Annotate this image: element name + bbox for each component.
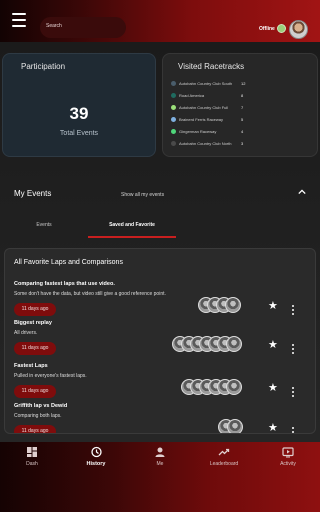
legend-swatch	[171, 140, 176, 146]
bottom-navigation: Dash History Me Leaderboard Activity	[0, 442, 320, 512]
trending-icon	[218, 448, 230, 456]
nav-item-dash[interactable]: Dash	[0, 446, 64, 467]
participation-card: Participation 39 Total Events	[2, 53, 156, 157]
nav-label: Leaderboard	[209, 461, 239, 467]
total-events-label: Total Events	[59, 130, 99, 137]
legend-swatch	[171, 80, 176, 86]
nav-item-history[interactable]: History	[64, 446, 128, 467]
racetrack-name: Autobahn Country Club South	[179, 80, 233, 86]
favorite-star-icon[interactable]: ★	[268, 383, 278, 394]
chevron-up-icon[interactable]	[298, 188, 306, 196]
active-tab-indicator	[88, 236, 176, 238]
racetrack-name: Gingerman Raceway	[179, 128, 217, 134]
legend-swatch	[171, 116, 176, 122]
favorite-item-description: Some don't have the data, but video stil…	[14, 291, 166, 297]
more-vert-icon[interactable]	[292, 387, 295, 397]
favorite-item-age-badge: 11 days ago	[14, 303, 56, 316]
racetrack-name: Brainerd Ferris Raceway	[179, 116, 224, 122]
driver-avatar	[226, 379, 242, 395]
nav-item-me[interactable]: Me	[128, 446, 192, 467]
dashboard-icon	[27, 447, 37, 457]
legend-swatch	[171, 128, 176, 134]
search-input[interactable]: Search	[40, 17, 126, 38]
activity-icon	[282, 447, 294, 458]
user-avatar[interactable]	[289, 20, 308, 39]
favorite-item-age-badge: 11 days ago	[14, 342, 56, 355]
legend-swatch	[171, 104, 176, 110]
nav-label: History	[86, 461, 106, 467]
favorite-star-icon[interactable]: ★	[268, 301, 278, 312]
favorite-item-age-badge: 11 days ago	[14, 385, 56, 398]
favorites-card: All Favorite Laps and Comparisons Compar…	[4, 248, 316, 434]
driver-avatar	[226, 336, 242, 352]
racetrack-name: Road America	[179, 92, 205, 98]
more-vert-icon[interactable]	[292, 344, 295, 354]
racetrack-legend-item[interactable]: Autobahn Country Club South 12	[171, 79, 245, 87]
racetrack-count: 5	[241, 116, 244, 122]
nav-item-activity[interactable]: Activity	[256, 446, 320, 467]
menu-icon[interactable]	[12, 13, 26, 27]
more-vert-icon[interactable]	[292, 427, 295, 433]
search-placeholder: Search	[46, 23, 62, 29]
person-icon	[155, 447, 165, 457]
legend-swatch	[171, 92, 176, 98]
favorite-star-icon[interactable]: ★	[268, 340, 278, 351]
my-events-tabs: Events Saved and Favorite	[2, 214, 318, 240]
nav-label: Me	[156, 461, 164, 467]
nav-label: Dash	[26, 461, 38, 467]
favorite-item[interactable]: Biggest replay All drivers. 11 days ago …	[5, 320, 315, 366]
status-indicator-icon	[277, 24, 286, 33]
tab-events[interactable]: Events	[12, 222, 76, 228]
racetrack-count: 12	[241, 80, 246, 86]
favorite-item-title: Griffith lap vs Dewid	[14, 403, 68, 409]
favorite-item-description: Comparing both laps.	[14, 413, 62, 419]
favorite-item-age-badge: 11 days ago	[14, 425, 56, 433]
top-app-bar: Search Offline	[0, 0, 320, 42]
racetrack-legend-item[interactable]: Autobahn Country Club North 3	[171, 139, 243, 147]
racetrack-count: 4	[241, 128, 244, 134]
nav-item-leaderboard[interactable]: Leaderboard	[192, 446, 256, 467]
favorite-item-description: Pulled in everyone's fastest laps.	[14, 373, 87, 379]
favorites-title: All Favorite Laps and Comparisons	[14, 259, 123, 266]
racetrack-count: 8	[241, 92, 244, 98]
favorite-item-description: All drivers.	[14, 330, 38, 336]
racetrack-count: 7	[241, 104, 244, 110]
driver-avatar	[225, 297, 241, 313]
favorite-item-title: Fastest Laps	[14, 363, 48, 369]
history-icon	[91, 446, 102, 458]
show-all-events-link[interactable]: Show all my events	[121, 192, 164, 198]
favorite-item-title: Comparing fastest laps that use video.	[14, 281, 115, 287]
tab-saved-and-favorite[interactable]: Saved and Favorite	[88, 222, 176, 228]
nav-label: Activity	[280, 461, 296, 467]
participation-title: Participation	[21, 62, 66, 71]
visited-racetracks-title: Visited Racetracks	[178, 62, 245, 71]
total-events-count: 39	[69, 104, 89, 123]
more-vert-icon[interactable]	[292, 305, 295, 315]
my-events-title: My Events	[14, 189, 52, 198]
racetrack-legend-item[interactable]: Gingerman Raceway 4	[171, 127, 243, 135]
favorite-star-icon[interactable]: ★	[268, 423, 278, 434]
racetrack-legend-item[interactable]: Autobahn Country Club Full 7	[171, 103, 243, 111]
my-events-header: My Events Show all my events	[2, 177, 318, 207]
connection-status-label: Offline	[259, 26, 275, 32]
racetrack-name: Autobahn Country Club Full	[179, 104, 229, 110]
racetrack-count: 3	[241, 140, 244, 146]
racetrack-legend-item[interactable]: Brainerd Ferris Raceway 5	[171, 115, 243, 123]
driver-avatar	[227, 419, 243, 433]
favorite-item-title: Biggest replay	[14, 320, 52, 326]
favorite-item[interactable]: Griffith lap vs Dewid Comparing both lap…	[5, 403, 315, 434]
racetrack-legend-item[interactable]: Road America 8	[171, 91, 243, 99]
visited-racetracks-card: Visited Racetracks Autobahn Country Club…	[162, 53, 318, 157]
racetrack-name: Autobahn Country Club North	[179, 140, 232, 146]
